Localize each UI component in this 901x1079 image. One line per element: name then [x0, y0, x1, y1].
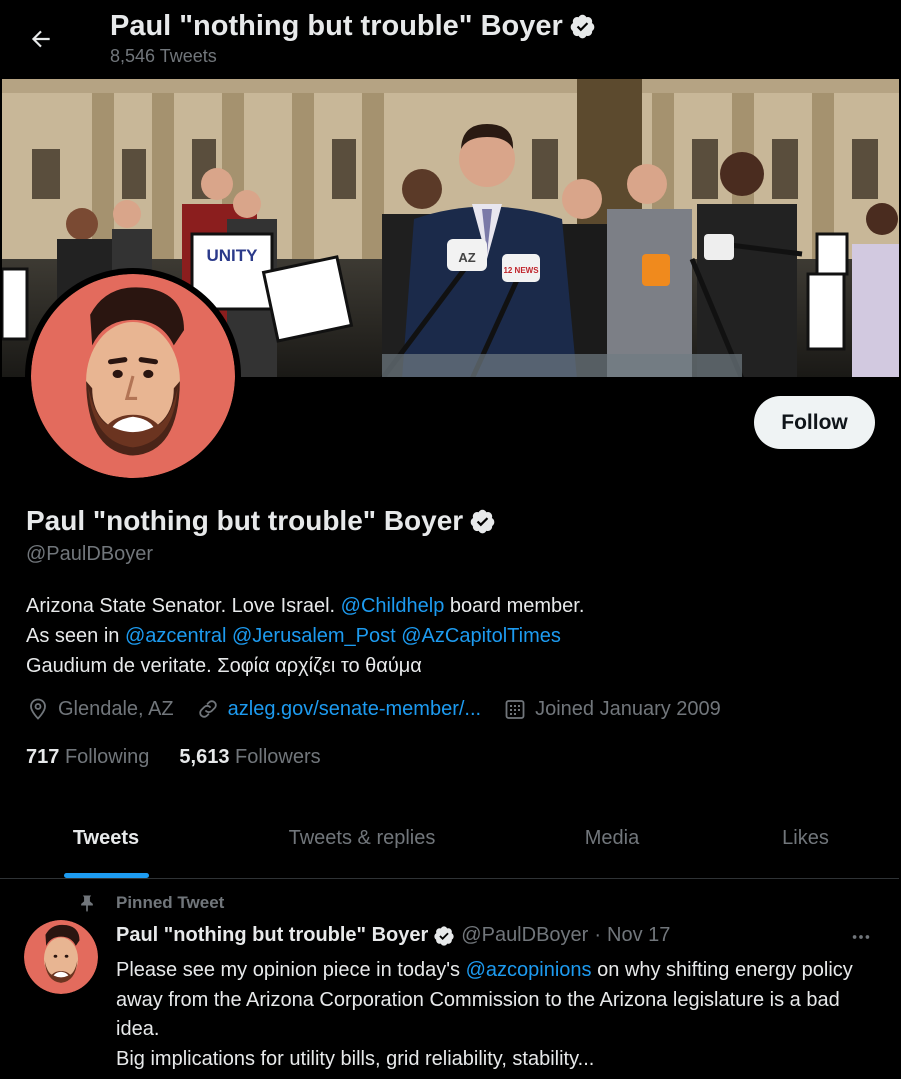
verified-badge-icon [569, 13, 596, 40]
back-button[interactable] [22, 20, 60, 58]
tweet-text-part: Please see my opinion piece in today's [116, 959, 466, 981]
tweet-count: 8,546 Tweets [110, 46, 217, 66]
tweet-text: Please see my opinion piece in today's @… [116, 956, 886, 1074]
tab-media[interactable]: Media [512, 798, 712, 878]
following-label: Following [64, 746, 150, 768]
bio-text: board member. [444, 595, 585, 617]
bio-text: Arizona State Senator. Love Israel. [26, 595, 341, 617]
profile-stats: 717 Following 5,613 Followers [26, 746, 351, 769]
following-stat[interactable]: 717 Following [26, 746, 149, 769]
profile-handle: @PaulDBoyer [26, 543, 154, 565]
tab-label: Media [584, 826, 640, 849]
profile-display-name: Paul "nothing but trouble" Boyer [26, 505, 464, 536]
followers-count: 5,613 [179, 746, 230, 768]
link-icon [198, 700, 217, 718]
website-link[interactable]: azleg.gov/senate-member/... [228, 698, 481, 721]
profile-avatar[interactable] [25, 268, 241, 484]
pinned-indicator: Pinned Tweet [76, 892, 224, 914]
tab-label: Likes [782, 826, 829, 849]
tab-label: Tweets & replies [288, 826, 436, 849]
azcopinions-link[interactable]: @azcopinions [466, 959, 592, 981]
tab-tweets-and-replies[interactable]: Tweets & replies [212, 798, 512, 878]
verified-badge-icon[interactable] [469, 508, 496, 535]
location-pin-icon [30, 698, 46, 720]
tweet-date[interactable]: Nov 17 [607, 924, 670, 947]
azcentral-link[interactable]: @azcentral [125, 625, 226, 647]
avatar-image [24, 920, 98, 994]
location-text: Glendale, AZ [58, 697, 174, 720]
tab-likes[interactable]: Likes [712, 798, 899, 878]
avatar-image [31, 274, 235, 478]
profile-location: Glendale, AZ [26, 697, 174, 721]
top-bar: Paul "nothing but trouble" Boyer 8,546 T… [0, 0, 901, 78]
verified-badge-icon [433, 925, 455, 947]
arrow-left-icon [31, 30, 50, 48]
tab-tweets[interactable]: Tweets [0, 798, 212, 878]
more-dots-icon[interactable] [846, 922, 876, 952]
profile-name: Paul "nothing but trouble" Boyer [26, 505, 496, 537]
joined-text: Joined January 2009 [535, 697, 721, 720]
profile-tabs: Tweets Tweets & replies Media Likes [0, 798, 899, 879]
tweet-text-line-2: Big implications for utility bills, grid… [116, 1047, 595, 1070]
bio-line-1: Arizona State Senator. Love Israel. @Chi… [26, 591, 886, 621]
profile-bio: Arizona State Senator. Love Israel. @Chi… [26, 591, 886, 681]
followers-stat[interactable]: 5,613 Followers [179, 746, 320, 769]
pinned-label: Pinned Tweet [116, 893, 225, 912]
tweet-author-handle[interactable]: @PaulDBoyer [461, 924, 588, 947]
pin-icon [76, 892, 98, 914]
bio-text: As seen in [26, 625, 125, 647]
profile-meta: Glendale, AZ azleg.gov/senate-member/...… [26, 697, 743, 721]
calendar-icon [505, 700, 525, 719]
banner-mic-label-2: 12 NEWS [503, 266, 539, 275]
following-count: 717 [26, 746, 60, 768]
pinned-tweet[interactable]: Pinned Tweet Paul "nothing but trouble" … [0, 880, 899, 1079]
tweet-avatar[interactable] [24, 920, 98, 994]
azcapitoltimes-link[interactable]: @AzCapitolTimes [401, 625, 561, 647]
tweet-author-name[interactable]: Paul "nothing but trouble" Boyer [116, 924, 428, 947]
profile-website: azleg.gov/senate-member/... [196, 697, 481, 721]
header-title: Paul "nothing but trouble" Boyer [110, 10, 596, 43]
follow-button[interactable]: Follow [754, 396, 875, 449]
active-tab-indicator [63, 873, 149, 878]
banner-mic-label-1: AZ [458, 250, 475, 265]
tweet-separator: · [594, 924, 601, 946]
childhelp-link[interactable]: @Childhelp [341, 595, 445, 617]
jerusalem-post-link[interactable]: @Jerusalem_Post [232, 625, 396, 647]
tweet-header: Paul "nothing but trouble" Boyer @PaulDB… [116, 924, 670, 947]
profile-joined: Joined January 2009 [503, 697, 721, 721]
bio-line-2: As seen in @azcentral @Jerusalem_Post @A… [26, 621, 886, 651]
header-name: Paul "nothing but trouble" Boyer [110, 10, 563, 42]
tab-label: Tweets [72, 826, 140, 849]
followers-label: Followers [235, 746, 321, 768]
bio-line-3: Gaudium de veritate. Σοφία αρχίζει το θα… [26, 655, 422, 677]
banner-sign-text: UNITY [207, 246, 259, 265]
